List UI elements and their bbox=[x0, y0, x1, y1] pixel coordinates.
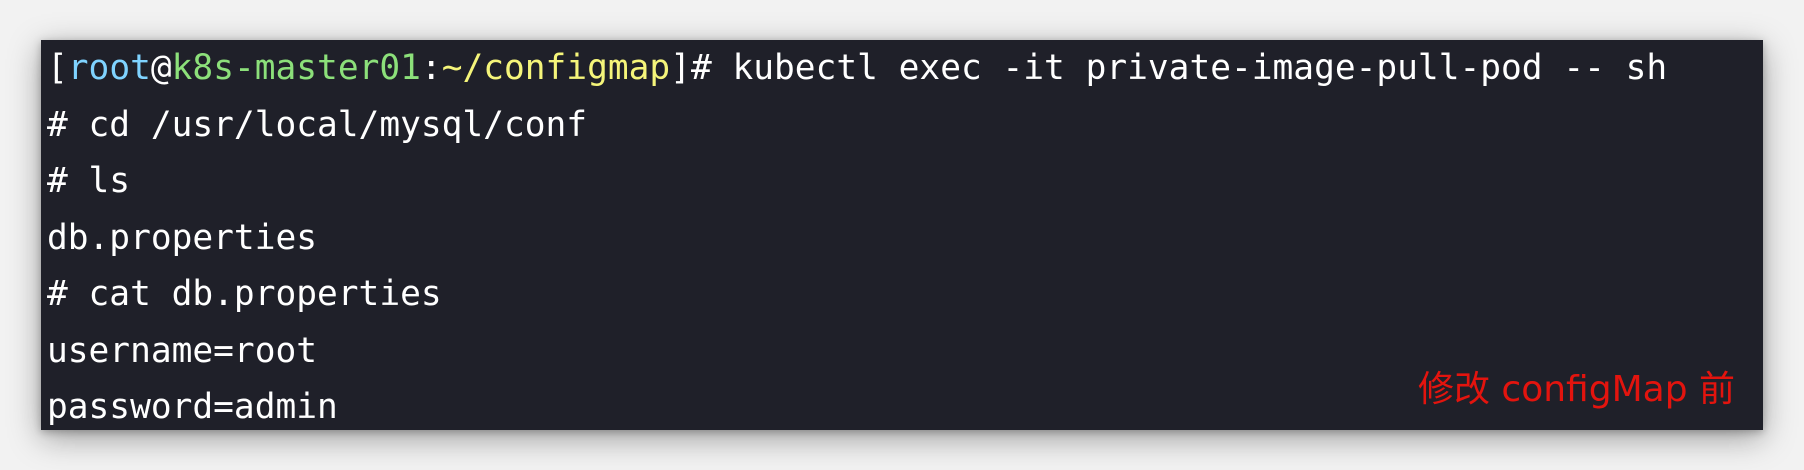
prompt-user: root bbox=[67, 48, 151, 88]
terminal-line: # cat db.properties bbox=[47, 274, 442, 314]
annotation-label: 修改 configMap 前 bbox=[1417, 369, 1735, 410]
prompt-colon: : bbox=[420, 48, 442, 88]
terminal-line: db.properties bbox=[47, 217, 318, 258]
prompt-close: ]# bbox=[670, 48, 733, 88]
prompt-at: @ bbox=[150, 48, 172, 88]
prompt-host: k8s-master01 bbox=[171, 48, 421, 88]
prompt-open-bracket: [ bbox=[47, 48, 68, 88]
terminal-line: # ls bbox=[47, 161, 131, 201]
terminal-line: # cd /usr/local/mysql/conf bbox=[47, 104, 588, 145]
prompt-path: ~/configmap bbox=[441, 48, 671, 88]
prompt-command: kubectl exec -it private-image-pull-pod … bbox=[732, 48, 1668, 88]
terminal-window[interactable]: [root@k8s-master01:~/configmap]# kubectl… bbox=[41, 40, 1763, 430]
prompt-line: [root@k8s-master01:~/configmap]# kubectl… bbox=[47, 40, 1763, 97]
